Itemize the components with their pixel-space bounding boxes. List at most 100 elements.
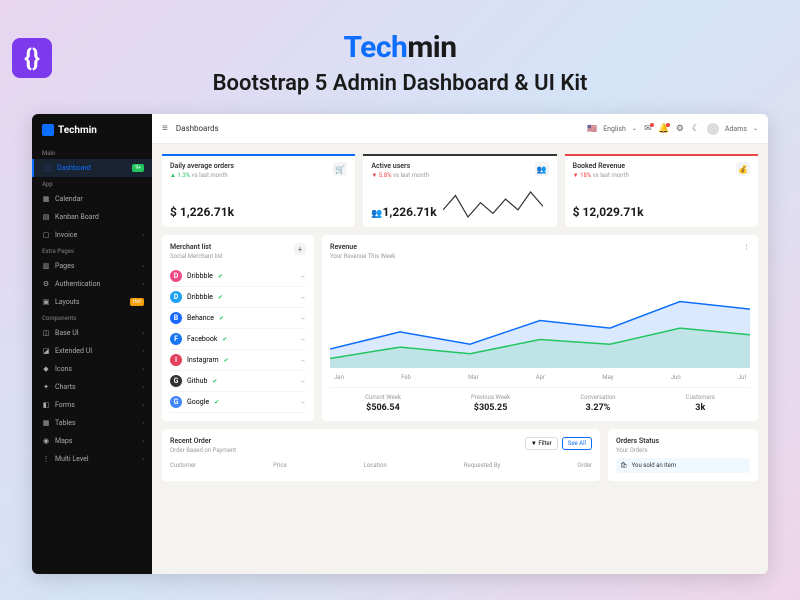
sidebar-label: Icons (55, 365, 72, 373)
lang-label[interactable]: English (603, 125, 626, 133)
change-down: ▼ 5.8% (371, 172, 391, 179)
hero-badge: {} (12, 38, 52, 78)
card-value: 👥1,226.71k (371, 205, 436, 219)
mini-bar-chart (650, 189, 672, 219)
sidebar-item-kanban[interactable]: ▤Kanban Board (32, 208, 152, 226)
month-label: Mar (468, 374, 479, 381)
chevron-right-icon: › (142, 366, 144, 373)
sidebar-item-forms[interactable]: ◧Forms› (32, 396, 152, 414)
verify-icon: ✔ (222, 336, 227, 343)
row-3: Recent Order Order Based on Payment ▼ Fi… (162, 429, 758, 481)
add-merchant-button[interactable]: + (294, 243, 306, 255)
month-label: Jan (334, 374, 344, 381)
merchant-item[interactable]: DDribbble ✔→ (170, 287, 306, 308)
sidebar-item-calendar[interactable]: ▦Calendar (32, 190, 152, 208)
gear-icon[interactable]: ⚙ (675, 124, 685, 134)
sidebar-label: Dashboard (57, 164, 91, 172)
merchant-item[interactable]: BBehance ✔→ (170, 308, 306, 329)
sidebar-item-icons[interactable]: ◆ Icons › (32, 360, 152, 378)
card-accent (363, 154, 556, 156)
auth-icon: ⚙ (42, 280, 50, 288)
maps-icon: ◉ (42, 437, 50, 445)
mail-icon[interactable]: ✉ (643, 124, 653, 134)
sidebar-item-auth[interactable]: ⚙Authentication› (32, 275, 152, 293)
more-icon[interactable]: ⋮ (743, 243, 750, 260)
verify-icon: ✔ (212, 378, 217, 385)
merchant-list: Merchant list Social Merchant list + DDr… (162, 235, 314, 421)
merchant-icon: D (170, 270, 182, 282)
kanban-icon: ▤ (42, 213, 50, 221)
sidebar-item-layouts[interactable]: ▣LayoutsHot (32, 293, 152, 311)
layouts-icon: ▣ (42, 298, 50, 306)
chevron-right-icon: › (142, 438, 144, 445)
recent-title: Recent Order (170, 437, 236, 445)
arrow-right-icon: → (299, 335, 306, 343)
sidebar-label: Charts (55, 383, 76, 391)
avatar[interactable] (707, 123, 719, 135)
merchant-item[interactable]: FFacebook ✔→ (170, 329, 306, 350)
user-name[interactable]: Adams (725, 125, 747, 133)
month-label: May (602, 374, 613, 381)
card-accent (162, 154, 355, 156)
sidebar-item-baseui[interactable]: ◫Base UI› (32, 324, 152, 342)
vs-text: vs last month (393, 172, 429, 179)
chevron-down-icon[interactable]: ⌄ (753, 125, 758, 132)
sidebar-item-maps[interactable]: ◉Maps› (32, 432, 152, 450)
sidebar-item-charts[interactable]: ✦Charts› (32, 378, 152, 396)
mini-line-chart (443, 189, 543, 219)
merchant-item[interactable]: GGithub ✔→ (170, 371, 306, 392)
stat-value: $506.54 (365, 403, 401, 413)
merchant-name: Behance (187, 314, 214, 322)
icons-icon: ◆ (42, 365, 50, 373)
sidebar-item-multi[interactable]: ⋮Multi Level› (32, 450, 152, 468)
revenue-icon: 💰 (736, 162, 750, 176)
merchant-item[interactable]: GGoogle ✔→ (170, 392, 306, 413)
merchant-name: Google (187, 398, 209, 406)
topbar-right: 🇺🇸 English ⌄ ✉ 🔔 ⚙ ☾ Adams ⌄ (587, 123, 758, 135)
merchant-icon: B (170, 312, 182, 324)
merchant-name: Facebook (187, 335, 217, 343)
stat-value: 3.27% (580, 403, 615, 413)
dashboard-icon: ⬚ (44, 164, 52, 172)
revenue-stat: Customers3k (686, 394, 715, 413)
month-label: Jun (671, 374, 681, 381)
arrow-right-icon: → (299, 314, 306, 322)
recent-sub: Order Based on Payment (170, 447, 236, 454)
sidebar-logo[interactable]: Techmin (32, 114, 152, 146)
filter-button[interactable]: ▼ Filter (525, 437, 558, 450)
change-up: ▲ 1.3% (170, 172, 190, 179)
revenue-stat: Current Week$506.54 (365, 394, 401, 413)
menu-icon[interactable]: ≡ (162, 123, 168, 134)
chevron-right-icon: › (142, 456, 144, 463)
stat-value: 3k (686, 403, 715, 413)
cart-icon: 🛍 (620, 462, 628, 469)
bell-icon[interactable]: 🔔 (659, 124, 669, 134)
invoice-icon: ▢ (42, 231, 50, 239)
sidebar-item-dashboard[interactable]: ⬚Dashboard9+ (32, 159, 152, 177)
sidebar-item-pages[interactable]: ▥Pages› (32, 257, 152, 275)
card-title: Daily average orders (170, 162, 234, 170)
verify-icon: ✔ (214, 399, 219, 406)
sidebar-item-invoice[interactable]: ▢Invoice› (32, 226, 152, 244)
month-label: Jul (738, 374, 746, 381)
moon-icon[interactable]: ☾ (691, 124, 701, 134)
multi-icon: ⋮ (42, 455, 50, 463)
merchant-item[interactable]: IInstagram ✔→ (170, 350, 306, 371)
recent-orders: Recent Order Order Based on Payment ▼ Fi… (162, 429, 600, 481)
sidebar-item-extui[interactable]: ◪Extended UI› (32, 342, 152, 360)
card-title: Active users (371, 162, 429, 170)
baseui-icon: ◫ (42, 329, 50, 337)
chevron-right-icon: › (142, 281, 144, 288)
stat-label: Previous Week (471, 394, 510, 401)
chevron-right-icon: › (142, 232, 144, 239)
see-all-button[interactable]: See All (562, 437, 592, 450)
flag-icon[interactable]: 🇺🇸 (587, 124, 597, 133)
merchant-icon: I (170, 354, 182, 366)
extui-icon: ◪ (42, 347, 50, 355)
chevron-right-icon: › (142, 263, 144, 270)
merchant-item[interactable]: DDribbble ✔→ (170, 266, 306, 287)
sidebar-item-tables[interactable]: ▦Tables› (32, 414, 152, 432)
chevron-down-icon[interactable]: ⌄ (632, 125, 637, 132)
verify-icon: ✔ (224, 357, 229, 364)
calendar-icon: ▦ (42, 195, 50, 203)
